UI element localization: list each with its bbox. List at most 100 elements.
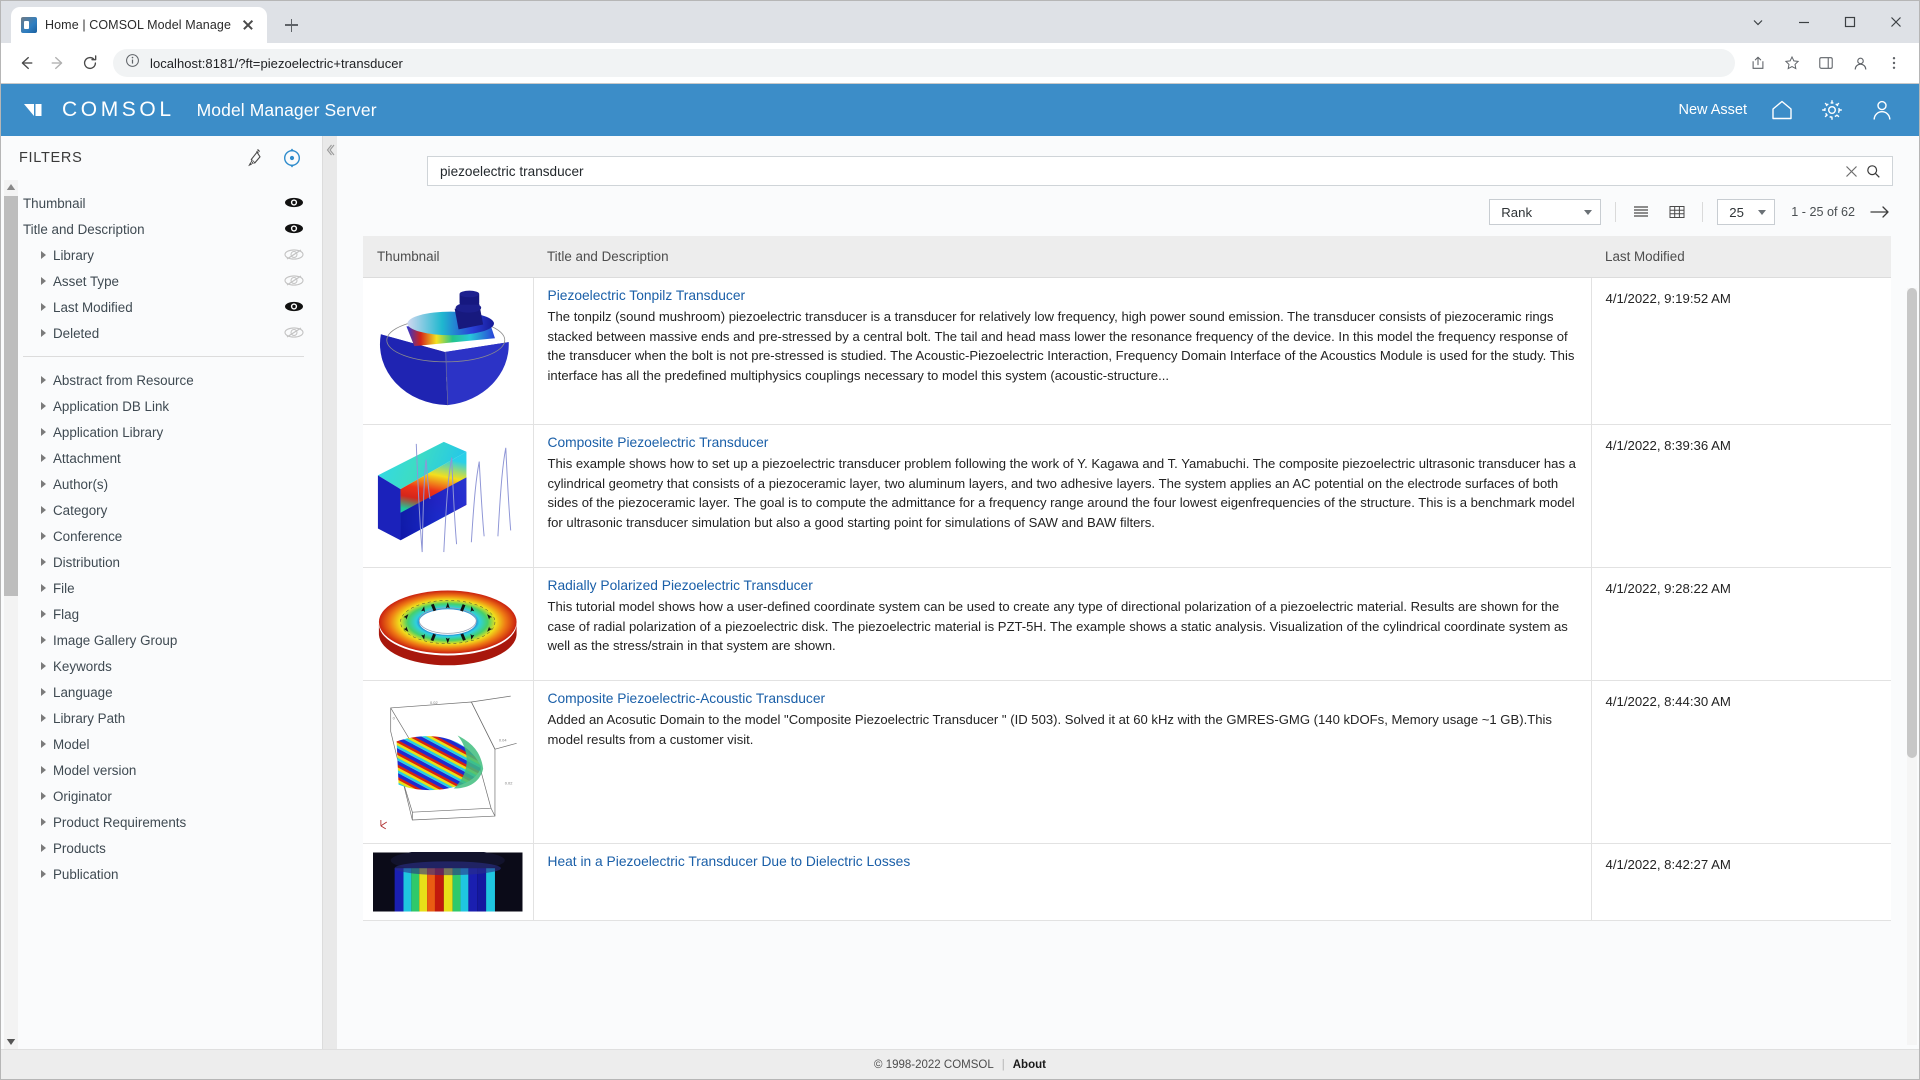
reload-icon[interactable]: [75, 48, 105, 78]
filter-row-title-and-description[interactable]: Title and Description: [23, 216, 322, 242]
about-link[interactable]: About: [1013, 1059, 1046, 1071]
chevron-right-icon[interactable]: [41, 277, 46, 285]
back-arrow-icon[interactable]: [11, 48, 41, 78]
filter-row-deleted[interactable]: Deleted: [23, 320, 322, 346]
search-box[interactable]: [427, 156, 1893, 186]
list-view-icon[interactable]: [1630, 201, 1652, 223]
minimize-icon[interactable]: [1781, 1, 1827, 43]
site-info-icon[interactable]: [125, 53, 140, 73]
broom-icon[interactable]: [242, 146, 266, 170]
chevron-right-icon[interactable]: [41, 818, 46, 826]
collapse-left-icon[interactable]: [325, 144, 335, 159]
window-close-icon[interactable]: [1873, 1, 1919, 43]
scroll-up-arrow-icon[interactable]: [4, 180, 18, 194]
chevron-right-icon[interactable]: [41, 662, 46, 670]
chevron-right-icon[interactable]: [41, 844, 46, 852]
filter-item-language[interactable]: Language: [23, 679, 322, 705]
sidebar-splitter[interactable]: [323, 136, 337, 1049]
results-scrollbar-track[interactable]: [1907, 288, 1917, 1045]
filter-row-library[interactable]: Library: [23, 242, 322, 268]
filter-item-authors[interactable]: Author(s): [23, 471, 322, 497]
filter-item-library-path[interactable]: Library Path: [23, 705, 322, 731]
filter-item-flag[interactable]: Flag: [23, 601, 322, 627]
filter-row-asset-type[interactable]: Asset Type: [23, 268, 322, 294]
scroll-down-arrow-icon[interactable]: [4, 1035, 18, 1049]
new-asset-button[interactable]: New Asset: [1679, 102, 1748, 118]
filter-item-publication[interactable]: Publication: [23, 861, 322, 887]
chevron-right-icon[interactable]: [41, 688, 46, 696]
filter-item-products[interactable]: Products: [23, 835, 322, 861]
eye-open-icon[interactable]: [284, 196, 304, 210]
table-row[interactable]: Heat in a Piezoelectric Transducer Due t…: [363, 843, 1891, 921]
chevron-right-icon[interactable]: [41, 636, 46, 644]
chevron-right-icon[interactable]: [41, 740, 46, 748]
result-title-link[interactable]: Composite Piezoelectric Transducer: [548, 435, 1577, 450]
chevron-down-icon[interactable]: [1584, 209, 1593, 215]
filter-item-model-version[interactable]: Model version: [23, 757, 322, 783]
search-input[interactable]: [440, 163, 1840, 179]
chevron-right-icon[interactable]: [41, 870, 46, 878]
filter-item-application-library[interactable]: Application Library: [23, 419, 322, 445]
filter-item-distribution[interactable]: Distribution: [23, 549, 322, 575]
gear-icon[interactable]: [1817, 95, 1847, 125]
eye-open-icon[interactable]: [284, 222, 304, 236]
chevron-right-icon[interactable]: [41, 251, 46, 259]
chevron-right-icon[interactable]: [41, 766, 46, 774]
side-panel-icon[interactable]: [1811, 48, 1841, 78]
chevron-right-icon[interactable]: [41, 558, 46, 566]
sidebar-scrollbar-thumb[interactable]: [4, 196, 18, 596]
column-header-title-and-description[interactable]: Title and Description: [533, 236, 1591, 278]
user-icon[interactable]: [1867, 95, 1897, 125]
tab-close-icon[interactable]: [239, 16, 257, 34]
chevron-down-icon[interactable]: [1758, 209, 1767, 215]
star-icon[interactable]: [1777, 48, 1807, 78]
profile-icon[interactable]: [1845, 48, 1875, 78]
filter-item-originator[interactable]: Originator: [23, 783, 322, 809]
chevron-right-icon[interactable]: [41, 376, 46, 384]
filter-item-abstract-from-resource[interactable]: Abstract from Resource: [23, 367, 322, 393]
chevron-right-icon[interactable]: [41, 402, 46, 410]
new-tab-button[interactable]: [277, 11, 305, 39]
column-header-thumbnail[interactable]: Thumbnail: [363, 236, 533, 278]
chevron-right-icon[interactable]: [41, 454, 46, 462]
table-row[interactable]: 0.020.04 0.020 Composite Piezoelectric: [363, 680, 1891, 844]
filter-item-image-gallery-group[interactable]: Image Gallery Group: [23, 627, 322, 653]
filter-item-application-db-link[interactable]: Application DB Link: [23, 393, 322, 419]
filter-item-file[interactable]: File: [23, 575, 322, 601]
chevron-right-icon[interactable]: [41, 506, 46, 514]
result-title-link[interactable]: Composite Piezoelectric-Acoustic Transdu…: [548, 691, 1577, 706]
grid-view-icon[interactable]: [1666, 201, 1688, 223]
page-size-select[interactable]: 25: [1717, 199, 1776, 225]
browser-tab[interactable]: Home | COMSOL Model Manage: [11, 7, 268, 43]
eye-closed-icon[interactable]: [284, 274, 304, 288]
next-page-button[interactable]: [1869, 201, 1891, 223]
filter-item-keywords[interactable]: Keywords: [23, 653, 322, 679]
chevron-right-icon[interactable]: [41, 610, 46, 618]
filter-item-product-requirements[interactable]: Product Requirements: [23, 809, 322, 835]
filter-item-model[interactable]: Model: [23, 731, 322, 757]
three-dot-menu-icon[interactable]: [1879, 48, 1909, 78]
chevron-right-icon[interactable]: [41, 480, 46, 488]
result-title-link[interactable]: Heat in a Piezoelectric Transducer Due t…: [548, 854, 1577, 869]
table-row[interactable]: Piezoelectric Tonpilz Transducer The ton…: [363, 277, 1891, 425]
filter-item-conference[interactable]: Conference: [23, 523, 322, 549]
chevron-right-icon[interactable]: [41, 714, 46, 722]
chevron-right-icon[interactable]: [41, 329, 46, 337]
share-icon[interactable]: [1743, 48, 1773, 78]
chevron-right-icon[interactable]: [41, 792, 46, 800]
filter-row-last-modified[interactable]: Last Modified: [23, 294, 322, 320]
search-icon[interactable]: [1862, 160, 1884, 182]
column-header-last-modified[interactable]: Last Modified: [1591, 236, 1891, 278]
refresh-icon[interactable]: [280, 146, 304, 170]
forward-arrow-icon[interactable]: [43, 48, 73, 78]
clear-x-icon[interactable]: [1840, 160, 1862, 182]
home-icon[interactable]: [1767, 95, 1797, 125]
chevron-right-icon[interactable]: [41, 303, 46, 311]
sort-select[interactable]: Rank: [1489, 199, 1602, 225]
table-row[interactable]: Radially Polarized Piezoelectric Transdu…: [363, 567, 1891, 681]
maximize-icon[interactable]: [1827, 1, 1873, 43]
address-bar[interactable]: localhost:8181/?ft=piezoelectric+transdu…: [113, 49, 1735, 77]
filter-item-category[interactable]: Category: [23, 497, 322, 523]
filter-row-thumbnail[interactable]: Thumbnail: [23, 190, 322, 216]
eye-closed-icon[interactable]: [284, 248, 304, 262]
